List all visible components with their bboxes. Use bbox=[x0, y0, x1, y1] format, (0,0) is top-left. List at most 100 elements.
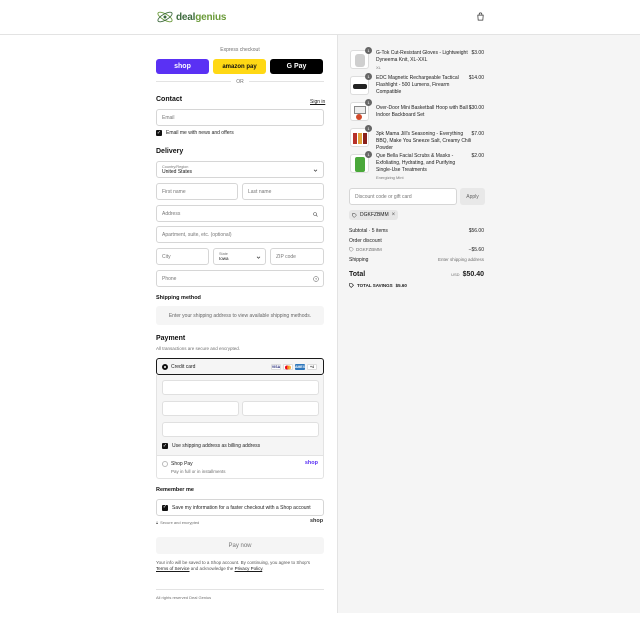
delivery-heading: Delivery bbox=[156, 148, 184, 155]
discount-tag-code: DGKFZBMM bbox=[360, 212, 389, 218]
apartment-field[interactable]: Apartment, suite, etc. (optional) bbox=[156, 226, 324, 243]
order-discount-code-row: DGKFZBMM bbox=[349, 247, 382, 252]
legal-text-3: . bbox=[262, 566, 264, 571]
address-placeholder: Address bbox=[162, 210, 181, 217]
address-field[interactable]: Address bbox=[156, 205, 324, 222]
card-expiry-field[interactable] bbox=[162, 401, 239, 416]
pay-now-button[interactable]: Pay now bbox=[156, 537, 324, 554]
qty-badge: 1 bbox=[365, 73, 372, 80]
checkmark-icon[interactable]: ✓ bbox=[162, 443, 168, 449]
secure-label: Secure and encrypted bbox=[160, 520, 200, 525]
card-brands: VISA AMEX +4 bbox=[269, 364, 317, 370]
shop-pay-button[interactable]: shop bbox=[156, 59, 209, 74]
order-discount-label: Order discount bbox=[349, 238, 382, 244]
card-cvv-field[interactable] bbox=[242, 401, 319, 416]
phone-field[interactable]: Phone ? bbox=[156, 270, 324, 287]
card-details-panel: ✓ Use shipping address as billing addres… bbox=[156, 375, 324, 455]
apply-button[interactable]: Apply bbox=[460, 188, 485, 205]
seasoning-jar-1 bbox=[353, 133, 357, 144]
phone-placeholder: Phone bbox=[162, 275, 177, 282]
contact-heading: Contact bbox=[156, 96, 183, 103]
discount-code-input[interactable]: Discount code or gift card bbox=[349, 188, 457, 205]
google-pay-button[interactable]: G Pay bbox=[270, 59, 323, 74]
credit-card-label: Credit card bbox=[171, 364, 196, 370]
brand-name-part2: genius bbox=[195, 11, 227, 23]
item-variant: Energizing Mint bbox=[376, 175, 404, 180]
shop-logo: shop bbox=[310, 518, 324, 524]
country-value: United States bbox=[162, 168, 193, 175]
checkmark-icon[interactable]: ✓ bbox=[162, 504, 168, 511]
remove-discount-icon[interactable]: × bbox=[392, 212, 396, 218]
legal-text-1: Your info will be saved to a Shop accoun… bbox=[156, 560, 311, 565]
lock-icon: 🔒︎ bbox=[156, 520, 159, 525]
shopping-bag-icon[interactable] bbox=[476, 12, 485, 21]
state-value: Iowa bbox=[219, 256, 229, 261]
billing-same-option[interactable]: ✓ Use shipping address as billing addres… bbox=[162, 443, 260, 449]
state-select[interactable]: State Iowa bbox=[213, 248, 266, 265]
express-checkout-label: Express checkout bbox=[220, 47, 260, 53]
sign-in-link[interactable]: Sign in bbox=[310, 99, 325, 105]
first-name-placeholder: First name bbox=[162, 188, 186, 195]
amazon-pay-button[interactable]: amazon pay bbox=[213, 59, 266, 74]
legal-text: Your info will be saved to a Shop accoun… bbox=[156, 560, 326, 572]
last-name-field[interactable]: Last name bbox=[242, 183, 324, 200]
total-currency: USD bbox=[451, 272, 460, 277]
hoop-backboard-image bbox=[354, 106, 366, 114]
tag-icon bbox=[349, 283, 354, 288]
savings-value: $5.60 bbox=[395, 283, 407, 288]
secure-note: 🔒︎ Secure and encrypted bbox=[156, 520, 199, 525]
total-label: Total bbox=[349, 271, 366, 278]
email-field[interactable]: Email bbox=[156, 109, 324, 126]
header: dealgenius bbox=[0, 0, 640, 35]
seasoning-jar-2 bbox=[358, 133, 362, 144]
shipping-method-notice: Enter your shipping address to view avai… bbox=[156, 306, 324, 325]
cart-item-price: $3.00 bbox=[471, 50, 484, 56]
shop-pay-option[interactable]: Shop Pay Pay in full or in installments … bbox=[156, 455, 324, 479]
last-name-placeholder: Last name bbox=[248, 188, 272, 195]
credit-card-option[interactable]: Credit card VISA AMEX +4 bbox=[156, 358, 324, 375]
order-discount-code: DGKFZBMM bbox=[356, 247, 382, 252]
email-placeholder: Email bbox=[162, 114, 175, 121]
shipping-label: Shipping bbox=[349, 257, 369, 263]
subtotal-value: $56.00 bbox=[468, 228, 484, 234]
terms-link[interactable]: Terms of Service bbox=[156, 566, 190, 571]
radio-unselected[interactable] bbox=[162, 461, 168, 467]
cart-item-price: $7.00 bbox=[471, 131, 484, 137]
help-icon[interactable]: ? bbox=[313, 276, 319, 282]
city-field[interactable]: City bbox=[156, 248, 209, 265]
cart-item-price: $30.00 bbox=[468, 105, 484, 111]
privacy-link[interactable]: Privacy Policy bbox=[235, 566, 263, 571]
item-variant: XL bbox=[376, 65, 381, 70]
legal-text-2: and acknowledge the bbox=[189, 566, 235, 571]
cart-item-thumb: 1 bbox=[350, 73, 372, 95]
footer-divider bbox=[156, 589, 324, 590]
news-opt-in[interactable]: ✓ Email me with news and offers bbox=[156, 130, 234, 136]
seasoning-jar-3 bbox=[363, 133, 367, 144]
search-icon bbox=[313, 212, 318, 217]
country-select[interactable]: Country/Region United States bbox=[156, 161, 324, 178]
news-opt-in-label: Email me with news and offers bbox=[166, 130, 234, 136]
first-name-field[interactable]: First name bbox=[156, 183, 238, 200]
qty-badge: 1 bbox=[365, 125, 372, 132]
basketball-image bbox=[356, 114, 362, 120]
city-placeholder: City bbox=[162, 253, 171, 260]
checkout-form: Express checkout shop amazon pay G Pay O… bbox=[0, 35, 337, 639]
brand-logo[interactable]: dealgenius bbox=[156, 8, 226, 26]
card-name-field[interactable] bbox=[162, 422, 319, 437]
shop-pay-sub: Pay in full or in installments bbox=[171, 469, 226, 474]
payment-heading: Payment bbox=[156, 335, 186, 342]
save-info-option[interactable]: ✓ Save my information for a faster check… bbox=[156, 499, 324, 516]
subtotal-label: Subtotal · 5 items bbox=[349, 228, 388, 234]
total-amount: USD $50.40 bbox=[420, 271, 484, 278]
qty-badge: 1 bbox=[365, 99, 372, 106]
zip-field[interactable]: ZIP code bbox=[270, 248, 324, 265]
order-summary bbox=[337, 35, 640, 613]
card-number-field[interactable] bbox=[162, 380, 319, 395]
gloves-image bbox=[355, 54, 365, 67]
cart-item-price: $14.00 bbox=[468, 75, 484, 81]
cart-item-thumb: 1 bbox=[350, 151, 372, 173]
radio-selected[interactable] bbox=[162, 364, 168, 370]
checkmark-icon[interactable]: ✓ bbox=[156, 130, 162, 136]
qty-badge: 1 bbox=[365, 151, 372, 158]
remember-me-heading: Remember me bbox=[156, 487, 194, 493]
